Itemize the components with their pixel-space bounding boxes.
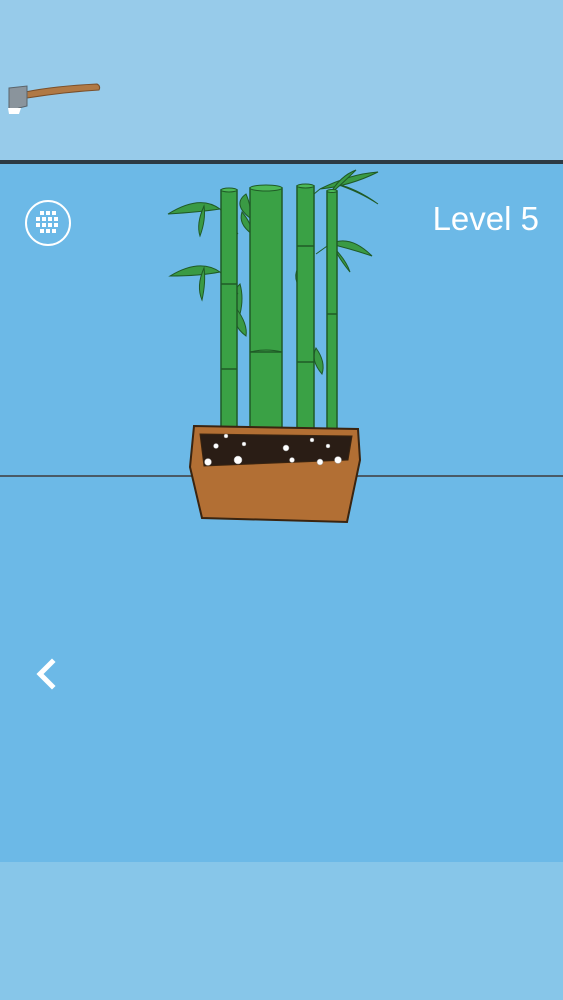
inventory-bar bbox=[0, 0, 563, 160]
back-button[interactable] bbox=[28, 654, 68, 694]
bamboo-stalk-2 bbox=[249, 184, 283, 465]
chevron-left-icon bbox=[36, 658, 56, 690]
bamboo-stalk-3 bbox=[296, 183, 315, 460]
bamboo-stalk-1 bbox=[220, 187, 238, 453]
game-scene: Level 5 bbox=[0, 164, 563, 862]
flower-pot bbox=[188, 424, 362, 524]
bamboo-stalk-4 bbox=[326, 189, 338, 450]
bottom-bar bbox=[0, 862, 563, 1000]
grid-menu-icon bbox=[36, 211, 58, 233]
axe-icon bbox=[8, 83, 101, 114]
menu-button[interactable] bbox=[25, 200, 71, 246]
inventory-slot-axe[interactable] bbox=[5, 78, 103, 118]
potted-bamboo[interactable] bbox=[160, 164, 390, 529]
level-label: Level 5 bbox=[432, 200, 539, 237]
